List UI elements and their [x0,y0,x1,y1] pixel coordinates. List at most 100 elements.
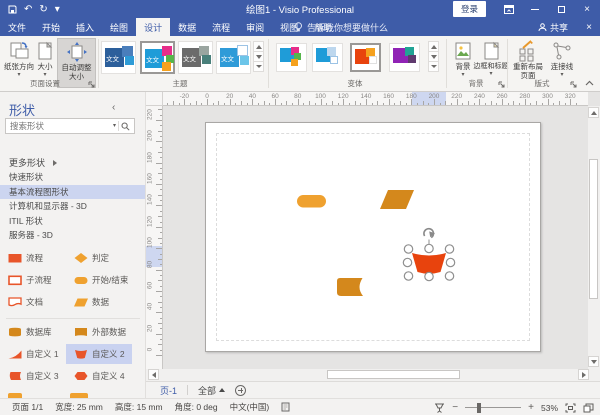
presentation-mode-icon[interactable] [434,403,445,413]
scroll-left-icon[interactable] [148,369,159,380]
horizontal-scrollbar[interactable] [146,369,600,381]
tab-design[interactable]: 设计 [136,18,170,36]
ribbon-display-options-icon[interactable] [496,0,522,18]
status-height[interactable]: 高度: 15 mm [115,401,163,413]
start-end-shape-icon [74,274,88,286]
drawing-area[interactable] [163,106,588,369]
layout-dialog-launcher[interactable] [570,81,578,89]
tab-file[interactable]: 文件 [0,18,34,36]
horizontal-scroll-thumb[interactable] [327,370,460,379]
shape-item-custom-2[interactable]: 自定义 2 [66,344,132,364]
status-width[interactable]: 宽度: 25 mm [55,401,103,413]
stencil-list: 快速形状基本流程图形状计算机和显示器 - 3DITIL 形状服务器 - 3D [0,170,146,243]
redo-icon[interactable]: ↻ [39,4,47,15]
collapse-ribbon-icon[interactable] [585,80,594,86]
variant-gallery-more-icon[interactable] [428,61,439,72]
background-dialog-launcher[interactable] [498,81,506,89]
zoom-slider-thumb[interactable] [477,403,481,413]
h-ruler-label: 200 [429,93,440,100]
status-indicator-icon[interactable] [281,402,290,412]
h-ruler-tick [281,103,282,106]
fit-page-to-window-icon[interactable] [565,403,576,413]
sign-in-button[interactable]: 登录 [453,1,486,17]
share-button[interactable]: 共享 [532,21,574,34]
shape-search-input[interactable] [6,121,113,131]
zoom-in-button[interactable]: + [528,403,534,413]
zoom-slider[interactable] [465,407,521,408]
tab-review[interactable]: 审阅 [238,18,272,36]
close-drawing-button[interactable]: × [578,22,600,33]
stencil-servers-3d[interactable]: 服务器 - 3D [0,228,146,243]
background-button[interactable]: 背景 ▾ [450,38,476,78]
customize-qat-icon[interactable]: ▾ [55,4,60,15]
canvas-shape-start-end[interactable] [297,195,326,208]
shape-item-document[interactable]: 文档 [0,292,66,312]
gallery-item-variant-2[interactable] [312,43,343,72]
shape-item-subprocess[interactable]: 子流程 [0,270,66,290]
restore-button[interactable] [548,0,574,18]
size-button[interactable]: 大小 ▾ [34,38,56,78]
scroll-down-icon[interactable] [588,356,599,367]
theme-thumb-text: 文文 [146,54,159,64]
page-tab-1[interactable]: 页-1 [160,384,177,397]
zoom-percentage[interactable]: 53% [541,403,558,413]
gallery-item-theme-1[interactable]: 文文 [101,41,136,74]
tab-insert[interactable]: 插入 [68,18,102,36]
shape-item-data[interactable]: 数据 [66,292,132,312]
tab-draw[interactable]: 绘图 [102,18,136,36]
shape-item-decision[interactable]: 判定 [66,248,132,268]
status-page-number[interactable]: 页面 1/1 [12,401,43,413]
gallery-item-variant-4[interactable] [389,43,420,72]
zoom-out-button[interactable]: − [452,403,458,413]
stencil-basic-flowchart[interactable]: 基本流程图形状 [0,185,146,200]
shape-item-custom-1[interactable]: 自定义 1 [0,344,66,364]
stencil-quick-shapes[interactable]: 快速形状 [0,170,146,185]
minimize-button[interactable] [522,0,548,18]
shape-item-process[interactable]: 流程 [0,248,66,268]
new-page-button[interactable] [235,385,246,396]
all-pages-button[interactable]: 全部 [198,384,225,397]
status-angle[interactable]: 角度: 0 deg [175,401,218,413]
h-ruler-tick [309,101,310,105]
undo-icon[interactable]: ↶ [24,4,32,15]
status-language[interactable]: 中文(中国) [230,401,270,413]
tab-process[interactable]: 流程 [204,18,238,36]
shape-item-start-end[interactable]: 开始/结束 [66,270,132,290]
canvas-shape-custom-3[interactable] [337,278,363,296]
switch-windows-icon[interactable] [583,403,594,413]
scroll-right-icon[interactable] [578,369,589,380]
tell-me-box[interactable]: 告诉我你想要做什么 [294,21,388,34]
more-shapes-button[interactable]: 更多形状 [9,156,57,169]
collapse-shapes-panel-icon[interactable]: ‹ [112,102,115,113]
connectors-button[interactable]: 连接线 ▾ [548,38,576,78]
gallery-item-theme-4[interactable]: 文文 [216,41,251,74]
gallery-item-variant-1[interactable] [276,43,307,72]
shape-item-database[interactable]: 数据库 [0,322,66,342]
search-options-icon[interactable]: ▾ [113,123,116,129]
page-setup-dialog-launcher[interactable] [88,81,96,89]
save-icon[interactable] [8,5,17,14]
gallery-item-variant-3[interactable] [350,43,381,72]
search-icon[interactable] [121,122,130,131]
canvas-shape-custom-2-selected[interactable] [412,253,446,274]
shape-item-external-data[interactable]: 外部数据 [66,322,132,342]
canvas-shape-data[interactable] [380,190,414,209]
tab-home[interactable]: 开始 [34,18,68,36]
stencil-computers-monitors-3d[interactable]: 计算机和显示器 - 3D [0,199,146,214]
close-button[interactable]: × [574,0,600,18]
borders-titles-button[interactable]: 边框和标题 ▾ [476,38,506,77]
stencil-itil-shapes[interactable]: ITIL 形状 [0,214,146,229]
vertical-scrollbar[interactable] [588,106,600,369]
shape-item-custom-4[interactable]: 自定义 4 [66,366,132,386]
shape-item-label: 文档 [26,296,43,308]
vertical-scroll-thumb[interactable] [589,159,598,299]
tab-data[interactable]: 数据 [170,18,204,36]
scroll-up-icon[interactable] [588,107,599,118]
theme-gallery-more-icon[interactable] [253,61,264,72]
gallery-item-theme-2[interactable]: 文文 [140,41,175,74]
rotation-handle-icon[interactable] [424,229,435,238]
shape-item-custom-3[interactable]: 自定义 3 [0,366,66,386]
paper-orientation-button[interactable]: 纸张方向 ▾ [4,38,34,78]
h-ruler-tick [213,103,214,106]
gallery-item-theme-3[interactable]: 文文 [178,41,213,74]
